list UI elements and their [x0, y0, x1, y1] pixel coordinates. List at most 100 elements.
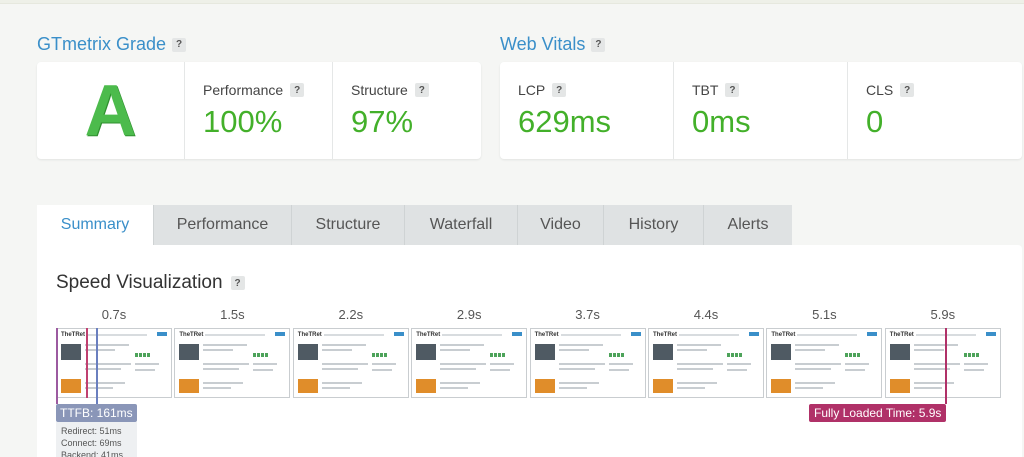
frame-text-line	[135, 363, 159, 365]
structure-metric: Structure ? 97%	[333, 62, 481, 159]
help-icon[interactable]: ?	[725, 83, 740, 97]
frame-nav	[560, 334, 621, 336]
tab-summary[interactable]: Summary	[37, 205, 154, 245]
frame-image	[61, 344, 81, 360]
tbt-value: 0ms	[692, 104, 751, 139]
frame-text-line	[558, 387, 587, 389]
frame-button	[867, 332, 878, 336]
frame-text-line	[203, 363, 250, 365]
help-icon[interactable]: ?	[414, 83, 429, 97]
frame-text-line	[253, 363, 278, 365]
frame-badges	[253, 353, 270, 357]
frame-text-line	[608, 369, 629, 371]
frame-text-line	[913, 349, 944, 351]
frame-logo: TheTRet	[179, 332, 204, 338]
filmstrip-frame[interactable]: TheTRet	[884, 328, 1001, 398]
cls-label: CLS	[866, 82, 894, 98]
filmstrip-frame[interactable]: TheTRet	[292, 328, 409, 398]
frame-text-line	[203, 349, 234, 351]
frame-logo: TheTRet	[534, 332, 559, 338]
help-icon[interactable]: ?	[172, 37, 187, 52]
frame-text-line	[677, 387, 705, 389]
filmstrip-frame[interactable]: TheTRet	[174, 328, 291, 398]
tab-structure[interactable]: Structure	[292, 205, 405, 245]
frame-text-line	[558, 368, 595, 370]
report-tabs: Summary Performance Structure Waterfall …	[37, 205, 792, 245]
frame-text-line	[795, 344, 840, 346]
frame-text-line	[253, 369, 274, 371]
frame-text-line	[795, 363, 842, 365]
frame-badges	[135, 353, 151, 357]
frame-image	[653, 379, 673, 393]
help-icon[interactable]: ?	[290, 83, 305, 97]
lcp-value: 629ms	[518, 104, 612, 139]
frame-text-line	[371, 363, 396, 365]
frame-text-line	[558, 344, 603, 346]
frame-text-line	[203, 387, 232, 389]
ttfb-marker	[96, 328, 98, 404]
connect-marker	[86, 328, 88, 398]
frame-image	[416, 344, 437, 360]
frame-text-line	[727, 363, 751, 365]
frame-image	[297, 344, 318, 360]
frame-logo: TheTRet	[416, 332, 441, 338]
frame-time-label: 3.7s	[575, 307, 600, 322]
filmstrip-frame[interactable]: TheTRet	[529, 328, 646, 398]
help-icon[interactable]: ?	[552, 83, 567, 97]
cls-metric: CLS ? 0	[848, 62, 1022, 159]
fully-loaded-marker	[945, 328, 947, 404]
frame-text-line	[913, 382, 954, 384]
help-icon[interactable]: ?	[900, 83, 915, 97]
frame-logo: TheTRet	[61, 332, 85, 338]
tab-video[interactable]: Video	[518, 205, 604, 245]
ttfb-badge[interactable]: TTFB: 161ms	[56, 404, 137, 422]
frame-text-line	[913, 344, 958, 346]
frame-image	[771, 379, 792, 393]
frame-text-line	[85, 387, 113, 389]
frame-text-line	[558, 382, 599, 384]
frame-time-label: 2.2s	[338, 307, 364, 322]
frame-image	[534, 344, 555, 360]
grade-cell: A	[37, 62, 185, 159]
tab-performance[interactable]: Performance	[154, 205, 292, 245]
filmstrip-frame[interactable]: TheTRet	[766, 328, 883, 398]
frame-text-line	[135, 369, 155, 371]
fully-loaded-badge[interactable]: Fully Loaded Time: 5.9s	[809, 404, 947, 422]
frame-text-line	[85, 382, 125, 384]
frame-text-line	[677, 368, 713, 370]
tab-history[interactable]: History	[604, 205, 704, 245]
frame-badges	[845, 353, 862, 357]
web-vitals-heading: Web Vitals ?	[500, 34, 606, 55]
filmstrip-frame[interactable]: TheTRet	[411, 328, 528, 398]
frame-text-line	[795, 382, 836, 384]
help-icon[interactable]: ?	[591, 37, 606, 52]
tab-alerts[interactable]: Alerts	[704, 205, 792, 245]
frame-image	[416, 379, 437, 393]
frame-text-line	[321, 363, 368, 365]
frame-time-label: 2.9s	[456, 307, 482, 322]
frame-text-line	[85, 349, 115, 351]
tab-waterfall[interactable]: Waterfall	[405, 205, 518, 245]
lcp-metric: LCP ? 629ms	[500, 62, 674, 159]
web-vitals-title: Web Vitals	[500, 34, 586, 54]
frame-text-line	[490, 363, 515, 365]
frame-text-line	[963, 369, 984, 371]
frame-image	[889, 344, 910, 360]
structure-label: Structure	[351, 82, 408, 98]
frame-text-line	[440, 387, 469, 389]
frame-image	[61, 379, 81, 393]
frame-badges	[371, 353, 388, 357]
tbt-metric: TBT ? 0ms	[674, 62, 848, 159]
frame-image	[297, 379, 318, 393]
frame-text-line	[321, 382, 362, 384]
filmstrip-frame[interactable]: TheTRet	[56, 328, 172, 398]
help-icon[interactable]: ?	[230, 276, 245, 290]
frame-text-line	[203, 382, 244, 384]
frame-text-line	[321, 344, 366, 346]
filmstrip-frame[interactable]: TheTRet	[648, 328, 764, 398]
frame-text-line	[203, 344, 248, 346]
frame-text-line	[913, 363, 960, 365]
frame-text-line	[85, 363, 131, 365]
redirect-time: Redirect: 51ms	[61, 426, 122, 436]
frame-button	[157, 332, 167, 336]
